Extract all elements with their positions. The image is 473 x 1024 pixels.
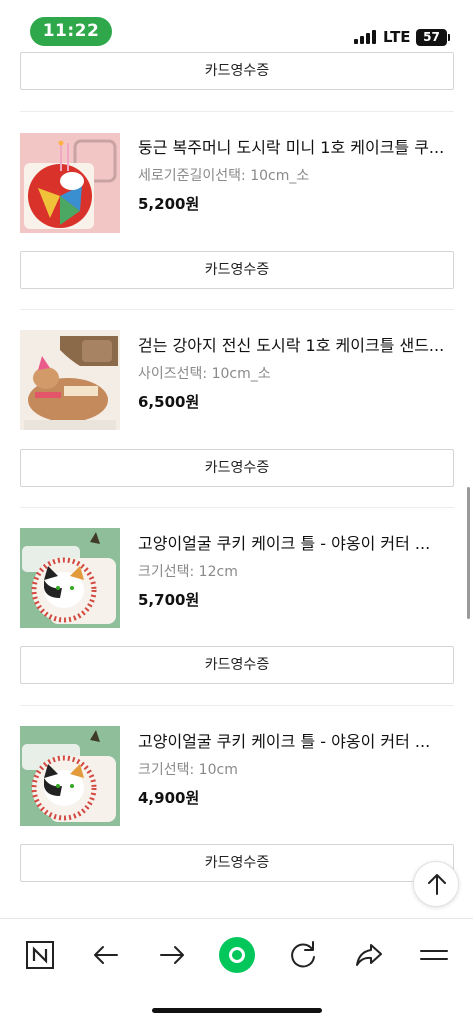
divider xyxy=(20,111,454,112)
home-indicator[interactable] xyxy=(152,1008,322,1013)
back-arrow-icon[interactable] xyxy=(84,933,128,977)
divider xyxy=(20,309,454,310)
scrollbar[interactable] xyxy=(467,487,470,619)
forward-arrow-icon[interactable] xyxy=(150,933,194,977)
product-option: 세로기준길이선택: 10cm_소 xyxy=(138,168,310,184)
receipt-button[interactable]: 카드영수증 xyxy=(20,251,454,289)
product-price: 5,200원 xyxy=(138,195,200,213)
product-thumbnail[interactable] xyxy=(20,528,120,628)
scroll-top-button[interactable] xyxy=(413,861,459,907)
product-thumbnail[interactable] xyxy=(20,726,120,826)
green-dot-icon[interactable] xyxy=(215,933,259,977)
product-price: 6,500원 xyxy=(138,393,200,411)
product-price: 5,700원 xyxy=(138,591,200,609)
product-price: 4,900원 xyxy=(138,789,200,807)
naver-n-icon[interactable] xyxy=(18,933,62,977)
status-bar: 11:22 LTE 57 xyxy=(0,0,473,60)
product-title[interactable]: 걷는 강아지 전신 도시락 1호 케이크틀 샌드... xyxy=(138,332,456,356)
product-thumbnail[interactable] xyxy=(20,133,120,233)
app-screen: 11:22 LTE 57 카드영수증 둥근 복주머니 도시락 미니 1호 케이크… xyxy=(0,0,473,1024)
product-title[interactable]: 고양이얼굴 쿠키 케이크 틀 - 야옹이 커터 ... xyxy=(138,728,456,752)
signal-icon xyxy=(354,30,376,44)
product-title[interactable]: 둥근 복주머니 도시락 미니 1호 케이크틀 쿠... xyxy=(138,134,456,158)
product-option: 크기선택: 12cm xyxy=(138,564,238,580)
battery-icon: 57 xyxy=(416,29,450,46)
divider xyxy=(20,705,454,706)
share-icon[interactable] xyxy=(347,933,391,977)
receipt-button[interactable]: 카드영수증 xyxy=(20,449,454,487)
menu-icon[interactable] xyxy=(412,933,456,977)
product-option: 크기선택: 10cm xyxy=(138,762,238,778)
network-type: LTE xyxy=(383,28,411,46)
receipt-button[interactable]: 카드영수증 xyxy=(20,646,454,684)
status-time: 11:22 xyxy=(30,17,112,46)
product-option: 사이즈선택: 10cm_소 xyxy=(138,366,271,382)
refresh-icon[interactable] xyxy=(281,933,325,977)
receipt-button[interactable]: 카드영수증 xyxy=(20,844,454,882)
receipt-button[interactable]: 카드영수증 xyxy=(20,52,454,90)
divider xyxy=(20,507,454,508)
product-thumbnail[interactable] xyxy=(20,330,120,430)
arrow-up-icon xyxy=(428,874,446,895)
product-title[interactable]: 고양이얼굴 쿠키 케이크 틀 - 야옹이 커터 ... xyxy=(138,530,456,554)
